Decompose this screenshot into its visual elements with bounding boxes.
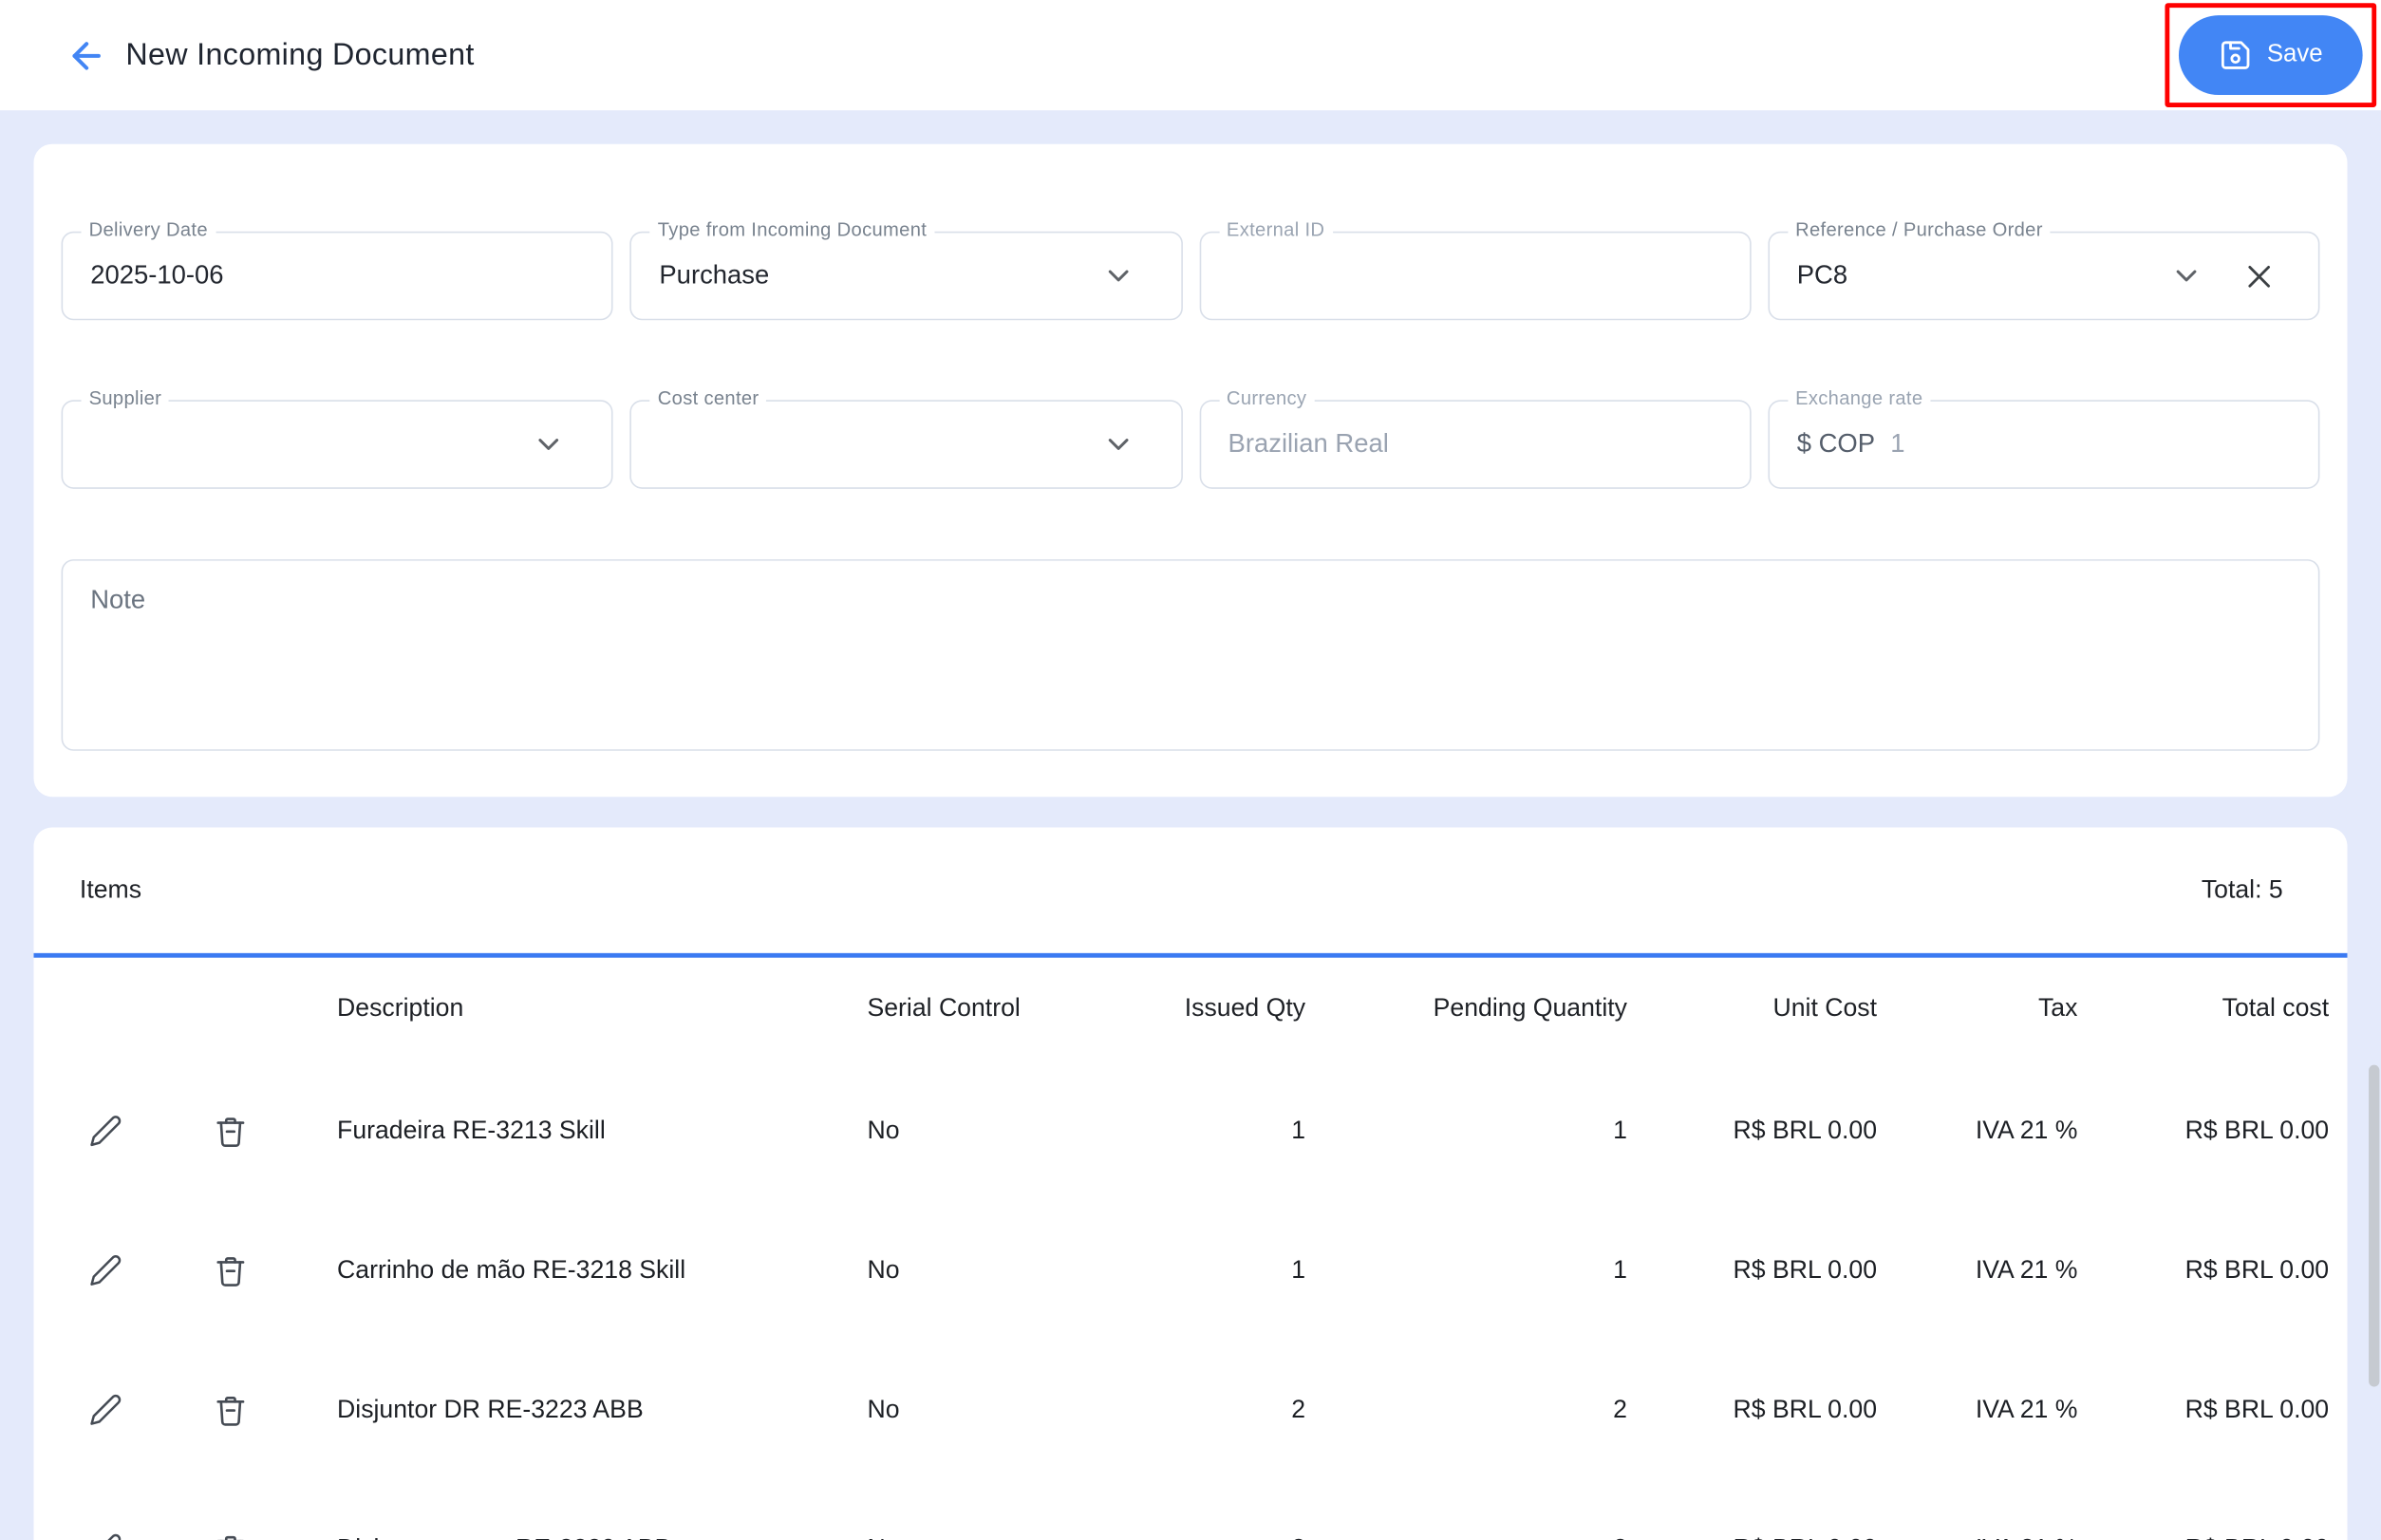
item-tax: IVA 21 % [1975, 1395, 2078, 1423]
col-description: Description [337, 994, 464, 1023]
col-total-cost: Total cost [2222, 994, 2330, 1023]
item-serial-control: No [867, 1116, 900, 1144]
col-issued-qty: Issued Qty [1184, 994, 1306, 1023]
close-icon [2243, 260, 2276, 292]
table-row: Disjuntor motor RE-3220 ABB No 2 2 R$ BR… [34, 1479, 2348, 1540]
reference-field[interactable]: Reference / Purchase Order PC8 [1768, 218, 2320, 321]
supplier-label: Supplier [81, 387, 170, 409]
currency-field[interactable]: Currency Brazilian Real [1198, 387, 1752, 489]
save-button[interactable]: Save [2178, 15, 2363, 96]
trash-icon [213, 1531, 248, 1540]
doc-type-value: Purchase [659, 260, 770, 291]
table-row: Disjuntor DR RE-3223 ABB No 2 2 R$ BRL 0… [34, 1340, 2348, 1479]
header: New Incoming Document Save [0, 0, 2381, 111]
col-tax: Tax [2037, 994, 2078, 1023]
item-issued-qty: 2 [1291, 1395, 1306, 1423]
cost-center-label: Cost center [649, 387, 767, 409]
item-total-cost: R$ BRL 0.00 [2184, 1395, 2330, 1423]
item-unit-cost: R$ BRL 0.00 [1733, 1395, 1878, 1423]
exchange-rate-field[interactable]: Exchange rate $ COP 1 [1768, 387, 2320, 489]
reference-label: Reference / Purchase Order [1788, 218, 2051, 241]
edit-item-button[interactable] [89, 1114, 123, 1148]
item-description: Disjuntor motor RE-3220 ABB [304, 1534, 868, 1540]
item-tax: IVA 21 % [1877, 1534, 2078, 1540]
save-highlight-box: Save [2164, 3, 2377, 107]
item-description: Furadeira RE-3213 Skill [337, 1116, 606, 1144]
item-description: Carrinho de mão RE-3218 Skill [337, 1255, 686, 1284]
table-row: Furadeira RE-3213 Skill No 1 1 R$ BRL 0.… [34, 1061, 2348, 1201]
item-pending-qty: 1 [1613, 1255, 1627, 1284]
save-button-label: Save [2266, 41, 2323, 68]
delivery-date-field[interactable]: Delivery Date 2025-10-06 [61, 218, 613, 321]
note-input[interactable]: Note [61, 559, 2320, 751]
exchange-rate-value: 1 [1890, 428, 1905, 459]
item-pending-qty: 2 [1305, 1534, 1627, 1540]
item-serial-control: No [867, 1255, 900, 1284]
table-row: Carrinho de mão RE-3218 Skill No 1 1 R$ … [34, 1200, 2348, 1340]
item-total-cost: R$ BRL 0.00 [2077, 1534, 2330, 1540]
items-section-title: Items [79, 875, 142, 904]
item-description: Disjuntor DR RE-3223 ABB [337, 1395, 644, 1423]
document-form-card: Delivery Date 2025-10-06 Type from Incom… [33, 143, 2348, 798]
currency-label: Currency [1218, 387, 1315, 409]
item-serial-control: No [867, 1534, 1136, 1540]
trash-icon [213, 1392, 248, 1427]
item-tax: IVA 21 % [1975, 1255, 2078, 1284]
delivery-date-label: Delivery Date [81, 218, 216, 241]
item-unit-cost: R$ BRL 0.00 [1733, 1255, 1878, 1284]
reference-value: PC8 [1796, 260, 1848, 291]
item-pending-qty: 2 [1613, 1395, 1627, 1423]
pencil-icon [89, 1114, 123, 1148]
items-total-count: Total: 5 [2201, 875, 2283, 904]
edit-item-button[interactable] [89, 1532, 123, 1540]
chevron-down-icon [532, 427, 566, 461]
delete-item-button[interactable] [213, 1392, 248, 1427]
trash-icon [213, 1252, 248, 1287]
item-issued-qty: 1 [1291, 1255, 1306, 1284]
item-serial-control: No [867, 1395, 900, 1423]
doc-type-label: Type from Incoming Document [649, 218, 935, 241]
item-tax: IVA 21 % [1975, 1116, 2078, 1144]
edit-item-button[interactable] [89, 1253, 123, 1287]
chevron-down-icon[interactable] [2169, 259, 2203, 293]
item-total-cost: R$ BRL 0.00 [2184, 1116, 2330, 1144]
supplier-field[interactable]: Supplier [61, 387, 613, 489]
pencil-icon [89, 1393, 123, 1427]
col-pending-quantity: Pending Quantity [1433, 994, 1627, 1023]
currency-placeholder: Brazilian Real [1228, 428, 1389, 459]
pencil-icon [89, 1532, 123, 1540]
item-unit-cost: R$ BRL 0.00 [1627, 1534, 1878, 1540]
page-title: New Incoming Document [125, 37, 475, 72]
item-issued-qty: 1 [1291, 1116, 1306, 1144]
delivery-date-value: 2025-10-06 [90, 260, 224, 291]
exchange-rate-prefix: $ COP [1796, 428, 1876, 459]
item-total-cost: R$ BRL 0.00 [2184, 1255, 2330, 1284]
arrow-left-icon [66, 34, 107, 76]
item-issued-qty: 2 [1137, 1534, 1305, 1540]
item-pending-qty: 1 [1613, 1116, 1627, 1144]
items-table-header: Description Serial Control Issued Qty Pe… [34, 957, 2348, 1061]
col-serial-control: Serial Control [867, 994, 1021, 1023]
chevron-down-icon [1101, 259, 1135, 293]
cost-center-field[interactable]: Cost center [629, 387, 1183, 489]
back-button[interactable] [55, 25, 117, 86]
pencil-icon [89, 1253, 123, 1287]
delete-item-button[interactable] [213, 1531, 248, 1540]
external-id-label: External ID [1218, 218, 1333, 241]
col-unit-cost: Unit Cost [1772, 994, 1878, 1023]
edit-item-button[interactable] [89, 1393, 123, 1427]
vertical-scrollbar[interactable] [2369, 1064, 2380, 1387]
save-icon [2218, 38, 2252, 72]
external-id-field[interactable]: External ID [1198, 218, 1752, 321]
clear-reference-button[interactable] [2243, 260, 2276, 292]
exchange-rate-label: Exchange rate [1788, 387, 1931, 409]
delete-item-button[interactable] [213, 1113, 248, 1148]
note-placeholder: Note [90, 585, 146, 615]
doc-type-field[interactable]: Type from Incoming Document Purchase [629, 218, 1183, 321]
chevron-down-icon [1101, 427, 1135, 461]
item-unit-cost: R$ BRL 0.00 [1733, 1116, 1878, 1144]
trash-icon [213, 1113, 248, 1148]
delete-item-button[interactable] [213, 1252, 248, 1287]
items-card: Items Total: 5 Description Serial Contro… [33, 827, 2348, 1540]
